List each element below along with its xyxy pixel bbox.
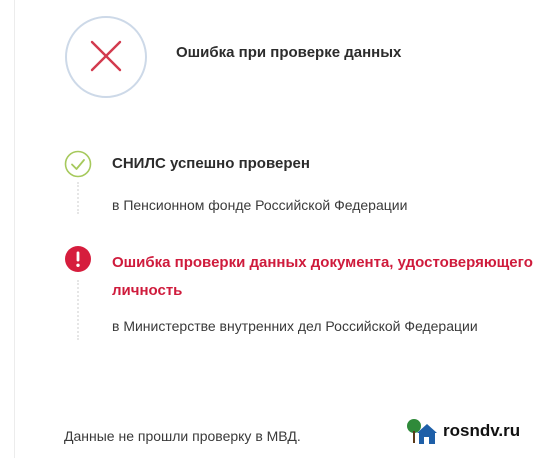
- page-left-border: [14, 0, 15, 458]
- error-x-icon: [90, 40, 122, 72]
- house-tree-icon: [407, 419, 437, 444]
- verification-result-page: Ошибка при проверке данных СНИЛС успешно…: [0, 0, 560, 458]
- check-subtitle-document: в Министерстве внутренних дел Российской…: [112, 318, 478, 334]
- exclamation-circle-icon: [64, 245, 92, 273]
- site-watermark: rosndv.ru: [405, 413, 557, 449]
- error-status-badge: [65, 16, 147, 98]
- check-subtitle-snils: в Пенсионном фонде Российской Федерации: [112, 197, 408, 213]
- check-title-snils: СНИЛС успешно проверен: [112, 155, 310, 172]
- watermark-text: rosndv.ru: [443, 421, 521, 440]
- check-title-document: Ошибка проверки данных документа, удосто…: [112, 254, 533, 299]
- result-message: Данные не прошли проверку в МВД.: [64, 428, 301, 444]
- page-title: Ошибка при проверке данных: [176, 44, 402, 61]
- timeline-connector: [77, 280, 80, 340]
- check-circle-icon: [64, 150, 92, 178]
- timeline-connector: [77, 182, 80, 214]
